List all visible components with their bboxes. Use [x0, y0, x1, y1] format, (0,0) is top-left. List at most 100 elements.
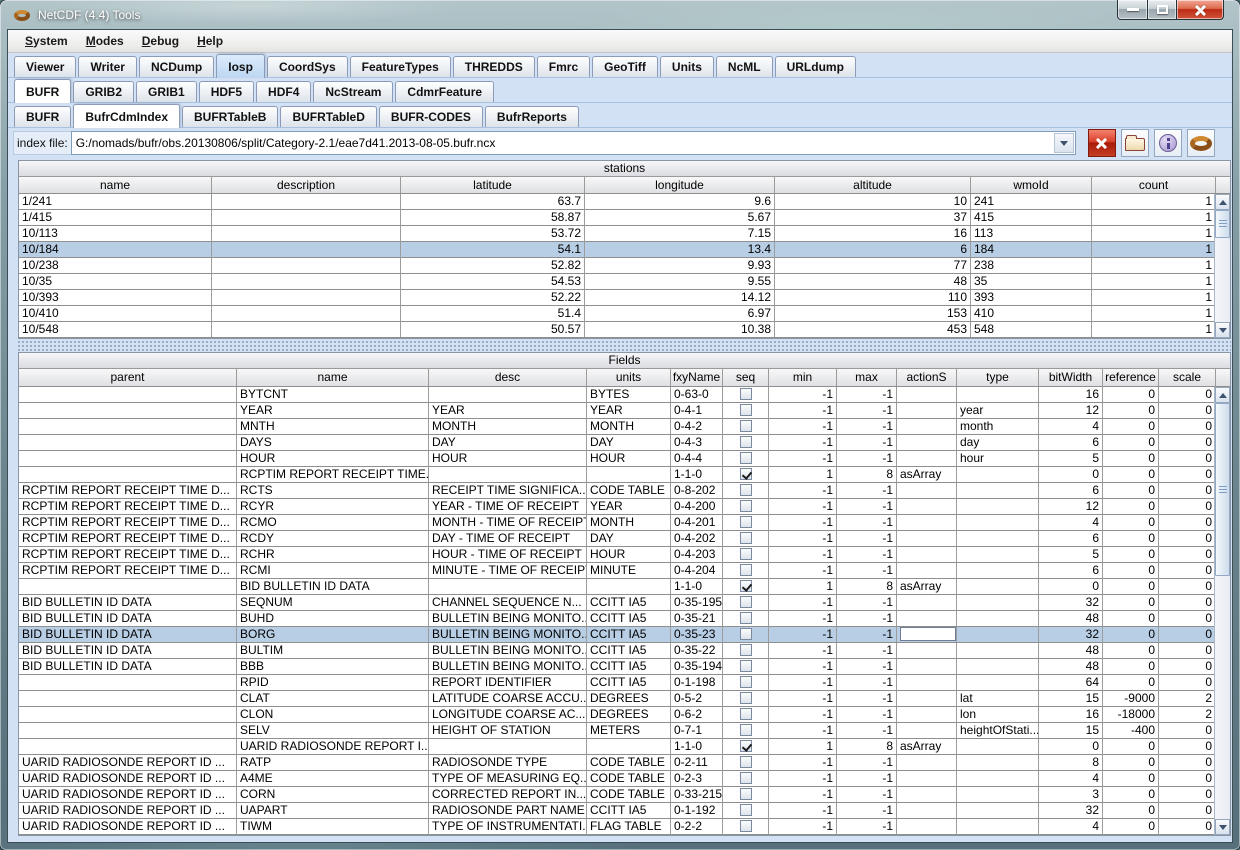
table-row[interactable]: RCPTIM REPORT RECEIPT TIME D...RCMIMINUT… — [19, 563, 1216, 579]
scale-cell[interactable]: 0 — [1159, 803, 1216, 819]
max-cell[interactable]: 8 — [837, 579, 897, 595]
scale-cell[interactable]: 0 — [1159, 819, 1216, 835]
longitude-cell[interactable]: 10.38 — [585, 322, 775, 338]
units-cell[interactable]: CCITT IA5 — [587, 675, 671, 691]
longitude-cell[interactable]: 5.67 — [585, 210, 775, 226]
type-cell[interactable]: day — [957, 435, 1039, 451]
tab-geotiff[interactable]: GeoTiff — [592, 56, 658, 77]
menu-item-modes[interactable]: Modes — [77, 30, 133, 52]
column-header-parent[interactable]: parent — [19, 369, 237, 386]
max-cell[interactable]: -1 — [837, 435, 897, 451]
table-row[interactable]: UARID RADIOSONDE REPORT ID ...TIWMTYPE O… — [19, 819, 1216, 835]
min-cell[interactable]: -1 — [769, 691, 837, 707]
minimize-button[interactable] — [1117, 0, 1147, 20]
units-cell[interactable]: YEAR — [587, 499, 671, 515]
type-cell[interactable] — [957, 659, 1039, 675]
scale-cell[interactable]: 0 — [1159, 659, 1216, 675]
unchecked-checkbox-icon[interactable] — [740, 564, 752, 576]
actionS-cell[interactable] — [897, 531, 957, 547]
column-header-description[interactable]: description — [212, 177, 401, 193]
type-cell[interactable] — [957, 627, 1039, 643]
units-cell[interactable]: FLAG TABLE — [587, 819, 671, 835]
reference-cell[interactable]: 0 — [1103, 515, 1159, 531]
column-header-bitWidth[interactable]: bitWidth — [1039, 369, 1103, 386]
name-cell[interactable]: 10/35 — [19, 274, 212, 290]
desc-cell[interactable]: DAY - TIME OF RECEIPT — [429, 531, 587, 547]
column-header-type[interactable]: type — [957, 369, 1039, 386]
actionS-cell[interactable] — [897, 595, 957, 611]
desc-cell[interactable]: BULLETIN BEING MONITO... — [429, 611, 587, 627]
reference-cell[interactable]: 0 — [1103, 595, 1159, 611]
reference-cell[interactable]: 0 — [1103, 387, 1159, 403]
min-cell[interactable]: 1 — [769, 739, 837, 755]
wmoId-cell[interactable]: 184 — [971, 242, 1092, 258]
table-row[interactable]: BID BULLETIN ID DATASEQNUMCHANNEL SEQUEN… — [19, 595, 1216, 611]
actionS-cell[interactable] — [897, 403, 957, 419]
latitude-cell[interactable]: 54.53 — [401, 274, 585, 290]
parent-cell[interactable]: RCPTIM REPORT RECEIPT TIME D... — [19, 499, 237, 515]
parent-cell[interactable]: BID BULLETIN ID DATA — [19, 611, 237, 627]
tab-featuretypes[interactable]: FeatureTypes — [350, 56, 451, 77]
units-cell[interactable]: CCITT IA5 — [587, 643, 671, 659]
table-row[interactable]: RCPTIM REPORT RECEIPT TIME D...RCTSRECEI… — [19, 483, 1216, 499]
min-cell[interactable]: -1 — [769, 483, 837, 499]
name-cell[interactable]: CLAT — [237, 691, 429, 707]
table-row[interactable]: UARID RADIOSONDE REPORT ID ...UAPARTRADI… — [19, 803, 1216, 819]
desc-cell[interactable]: BULLETIN BEING MONITO... — [429, 643, 587, 659]
min-cell[interactable]: -1 — [769, 547, 837, 563]
min-cell[interactable]: -1 — [769, 643, 837, 659]
units-cell[interactable]: HOUR — [587, 547, 671, 563]
max-cell[interactable]: -1 — [837, 723, 897, 739]
parent-cell[interactable] — [19, 435, 237, 451]
fxyName-cell[interactable]: 0-7-1 — [671, 723, 723, 739]
tab-grib2[interactable]: GRIB2 — [73, 81, 134, 102]
scroll-up-button[interactable] — [1215, 194, 1230, 210]
bitWidth-cell[interactable]: 32 — [1039, 627, 1103, 643]
name-cell[interactable]: RCMO — [237, 515, 429, 531]
altitude-cell[interactable]: 37 — [775, 210, 971, 226]
description-cell[interactable] — [212, 322, 401, 338]
unchecked-checkbox-icon[interactable] — [740, 548, 752, 560]
fxyName-cell[interactable]: 0-2-2 — [671, 819, 723, 835]
bitWidth-cell[interactable]: 16 — [1039, 387, 1103, 403]
min-cell[interactable]: -1 — [769, 707, 837, 723]
type-cell[interactable] — [957, 579, 1039, 595]
count-cell[interactable]: 1 — [1092, 210, 1216, 226]
max-cell[interactable]: -1 — [837, 451, 897, 467]
checked-checkbox-icon[interactable] — [740, 580, 752, 592]
parent-cell[interactable] — [19, 387, 237, 403]
unchecked-checkbox-icon[interactable] — [740, 612, 752, 624]
fxyName-cell[interactable]: 0-35-194 — [671, 659, 723, 675]
max-cell[interactable]: 8 — [837, 467, 897, 483]
actionS-cell[interactable] — [897, 499, 957, 515]
seq-cell[interactable] — [723, 723, 769, 739]
table-row[interactable]: 1/24163.79.6102411 — [19, 194, 1216, 210]
menu-item-help[interactable]: Help — [188, 30, 232, 52]
seq-cell[interactable] — [723, 691, 769, 707]
actionS-cell[interactable] — [897, 771, 957, 787]
type-cell[interactable] — [957, 739, 1039, 755]
seq-cell[interactable] — [723, 643, 769, 659]
unchecked-checkbox-icon[interactable] — [740, 500, 752, 512]
wmoId-cell[interactable]: 238 — [971, 258, 1092, 274]
description-cell[interactable] — [212, 290, 401, 306]
name-cell[interactable]: BULTIM — [237, 643, 429, 659]
units-cell[interactable]: DAY — [587, 531, 671, 547]
table-row[interactable]: UARID RADIOSONDE REPORT ID ...RATPRADIOS… — [19, 755, 1216, 771]
fields-scrollbar[interactable] — [1214, 387, 1230, 835]
min-cell[interactable]: -1 — [769, 499, 837, 515]
bitWidth-cell[interactable]: 8 — [1039, 755, 1103, 771]
units-cell[interactable]: CODE TABLE — [587, 483, 671, 499]
unchecked-checkbox-icon[interactable] — [740, 804, 752, 816]
parent-cell[interactable] — [19, 579, 237, 595]
scale-cell[interactable]: 0 — [1159, 627, 1216, 643]
scale-cell[interactable]: 0 — [1159, 771, 1216, 787]
scale-cell[interactable]: 0 — [1159, 563, 1216, 579]
min-cell[interactable]: -1 — [769, 675, 837, 691]
max-cell[interactable]: -1 — [837, 611, 897, 627]
fxyName-cell[interactable]: 0-35-21 — [671, 611, 723, 627]
name-cell[interactable]: 10/410 — [19, 306, 212, 322]
units-cell[interactable]: CCITT IA5 — [587, 803, 671, 819]
column-header-fxyName[interactable]: fxyName — [671, 369, 723, 386]
type-cell[interactable] — [957, 643, 1039, 659]
